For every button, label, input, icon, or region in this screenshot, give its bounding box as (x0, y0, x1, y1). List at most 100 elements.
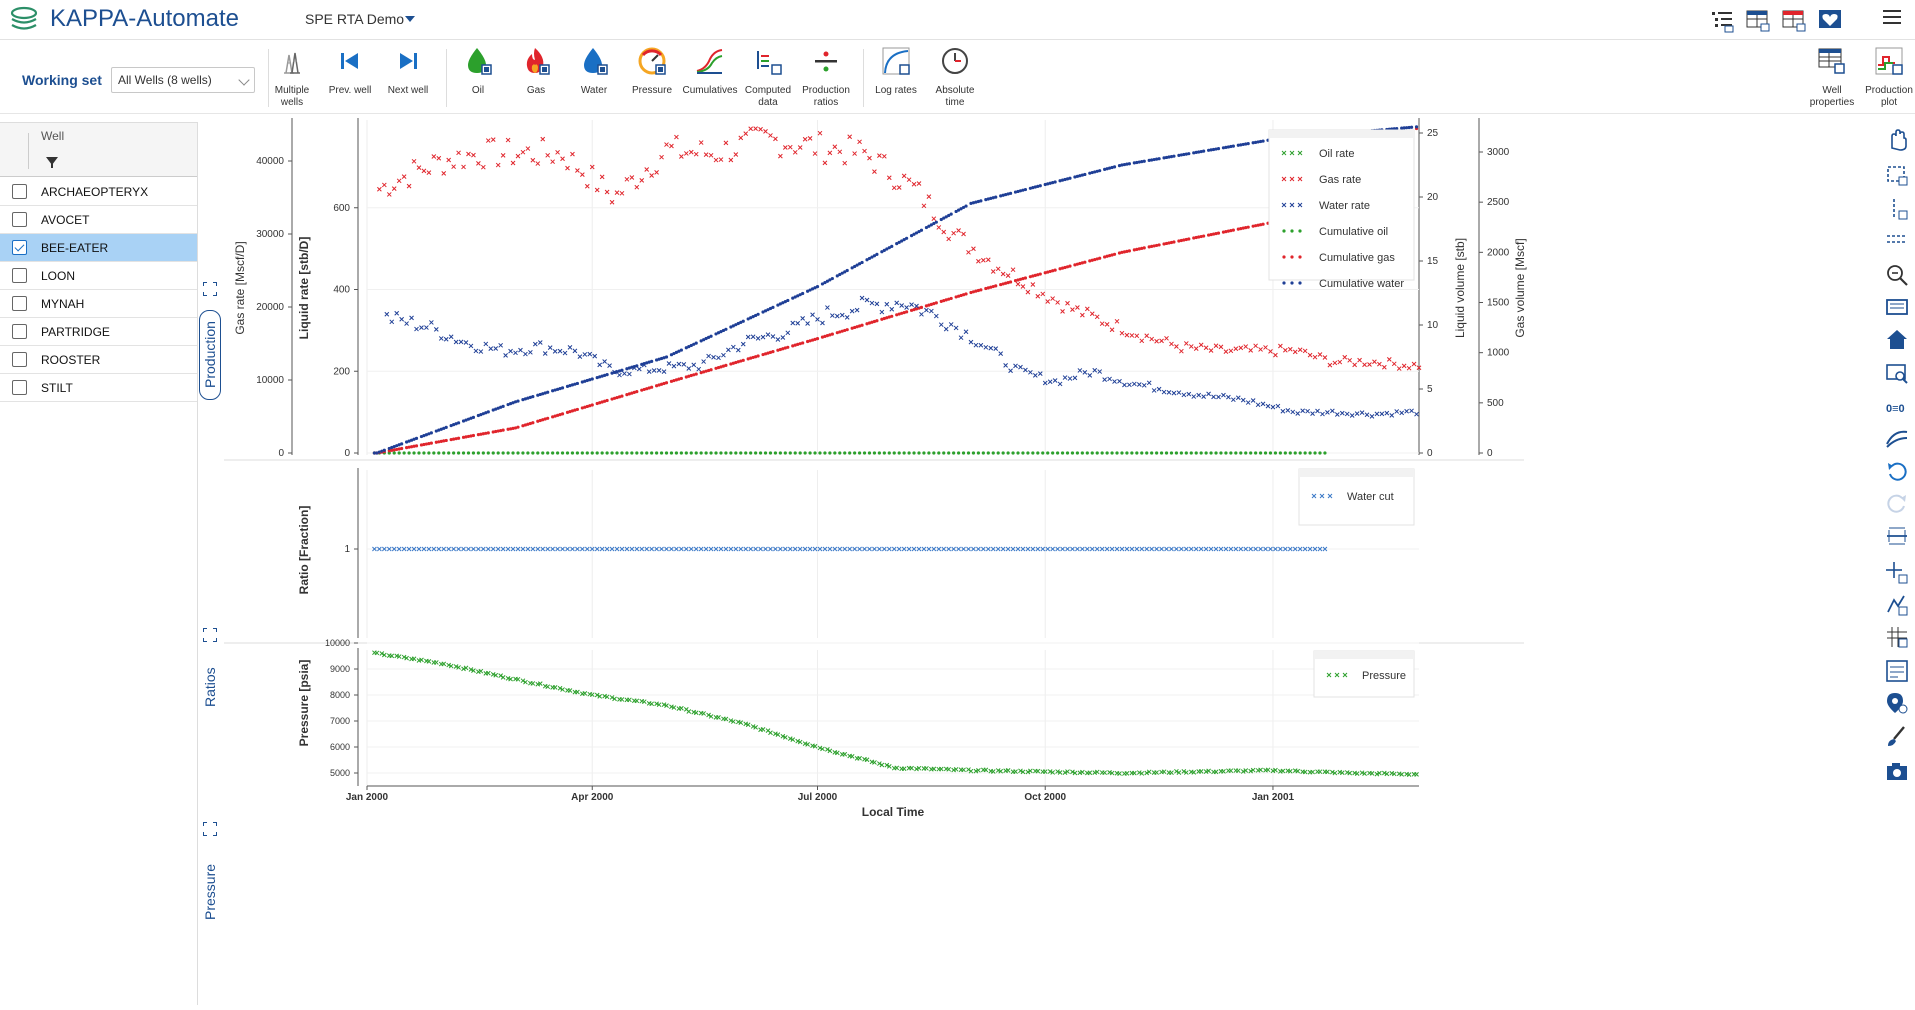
well-row[interactable]: ARCHAEOPTERYX (0, 178, 197, 206)
annotation-icon[interactable] (1884, 592, 1910, 618)
ribbon-toolbar: Working set All Wells (8 wells) Multiple… (0, 41, 1915, 114)
smooth-curve-icon[interactable] (1884, 424, 1910, 450)
prev-well-label: Prev. well (328, 85, 372, 96)
axis-zero-icon[interactable]: 0≡0 (1884, 394, 1910, 420)
oil-rate-point (684, 451, 688, 455)
legend-icon[interactable] (1884, 658, 1910, 684)
oil-rate-point (902, 451, 906, 455)
well-row[interactable]: STILT (0, 374, 197, 402)
grid-icon[interactable] (1884, 624, 1910, 650)
chevron-down-icon[interactable] (405, 16, 415, 22)
y-tick-label-gas: 20000 (256, 302, 284, 313)
cumulative-water-point (845, 268, 849, 273)
tree-list-icon[interactable] (1708, 6, 1736, 34)
multiple-wells-button[interactable]: Multiple wells (264, 45, 320, 109)
production-plot-label: Production plot (1865, 85, 1913, 108)
vertical-select-icon[interactable] (1884, 196, 1910, 222)
camera-icon[interactable] (1884, 758, 1910, 784)
tab-ratios[interactable]: Ratios (199, 657, 221, 717)
oil-rate-point (937, 451, 941, 455)
prev-well-button[interactable]: Prev. well (322, 45, 378, 97)
expand-icon[interactable] (203, 822, 217, 836)
box-select-icon[interactable] (1884, 162, 1910, 188)
well-row[interactable]: AVOCET (0, 206, 197, 234)
y-tick-label-liquid-volume: 20 (1427, 192, 1439, 203)
undo-icon[interactable] (1884, 458, 1910, 484)
oil-rate-point (392, 451, 396, 455)
horizontal-select-icon[interactable] (1884, 228, 1910, 254)
y-tick-label-gas: 30000 (256, 229, 284, 240)
well-row[interactable]: BEE-EATER (0, 234, 197, 262)
well-checkbox[interactable] (12, 352, 27, 367)
well-column-header[interactable]: Well (41, 129, 64, 143)
oil-button[interactable]: Oil (450, 45, 506, 97)
home-icon[interactable] (1884, 326, 1910, 352)
cumulative-water-point (1083, 172, 1087, 177)
well-checkbox[interactable] (12, 380, 27, 395)
well-checkbox[interactable] (12, 268, 27, 283)
log-rates-button[interactable]: Log rates (868, 45, 924, 97)
well-row[interactable]: MYNAH (0, 290, 197, 318)
cumulatives-button[interactable]: Cumulatives (682, 45, 738, 97)
cumulative-gas-point (664, 381, 669, 385)
zoom-icon[interactable] (1884, 262, 1910, 288)
redo-icon[interactable] (1884, 490, 1910, 516)
y-axis-title-liquid-volume: Liquid volume [stb] (1453, 238, 1467, 338)
oil-rate-point (971, 451, 976, 455)
absolute-time-button[interactable]: Absolute time (927, 45, 983, 109)
filter-icon[interactable] (46, 157, 58, 168)
well-row[interactable]: ROOSTER (0, 346, 197, 374)
oil-rate-point (838, 451, 842, 455)
gas-button[interactable]: Gas (508, 45, 564, 97)
working-set-label: Working set (22, 72, 102, 88)
favorite-icon[interactable] (1816, 6, 1844, 34)
well-checkbox[interactable] (12, 212, 27, 227)
production-chart[interactable]: Jan 2000 Apr 2000 Jul 2000 Oct 2000 Jan 2001… (194, 118, 1869, 1005)
well-row[interactable]: PARTRIDGE (0, 318, 197, 346)
cumulative-water-point (1231, 144, 1235, 148)
grid-view-icon[interactable] (1744, 6, 1772, 34)
oil-rate-point (521, 451, 525, 455)
paint-icon[interactable] (1884, 724, 1910, 750)
computed-data-button[interactable]: Computed data (740, 45, 796, 109)
zoom-extent-icon[interactable] (1884, 294, 1910, 320)
production-plot-button[interactable]: Production plot (1861, 45, 1915, 109)
cumulative-gas-point (679, 376, 683, 381)
well-checkbox[interactable] (12, 324, 27, 339)
oil-rate-point (1090, 451, 1094, 455)
cumulative-gas-point (875, 319, 879, 323)
crosshair-icon[interactable] (1884, 560, 1910, 586)
well-checkbox[interactable] (12, 240, 27, 255)
well-properties-button[interactable]: Well properties (1804, 45, 1860, 109)
production-plot-icon (1875, 47, 1903, 75)
cumulative-water-point (605, 373, 609, 377)
tab-pressure[interactable]: Pressure (199, 852, 221, 932)
oil-rate-point (867, 451, 872, 455)
grid-view-2-icon[interactable] (1780, 6, 1808, 34)
production-ratios-button[interactable]: Production ratios (798, 45, 854, 109)
well-checkbox[interactable] (12, 296, 27, 311)
water-button[interactable]: Water (566, 45, 622, 97)
marker-icon[interactable] (1884, 690, 1910, 716)
project-selector[interactable]: SPE RTA Demo (305, 11, 404, 27)
expand-icon[interactable] (203, 282, 217, 296)
tab-production[interactable]: Production (199, 310, 221, 400)
pan-icon[interactable] (1884, 126, 1910, 152)
cumulative-water-point (560, 386, 565, 390)
oil-rate-point (471, 451, 476, 455)
expand-icon[interactable] (203, 628, 217, 642)
well-checkbox[interactable] (12, 184, 27, 199)
cumulative-water-point (516, 399, 520, 403)
well-row[interactable]: LOON (0, 262, 197, 290)
cumulative-gas-point (546, 416, 550, 420)
zoom-rect-icon[interactable] (1884, 360, 1910, 386)
app-title: KAPPA-Automate (50, 5, 239, 32)
working-set-select[interactable]: All Wells (8 wells) (111, 67, 255, 93)
x-tick-label: Apr 2000 (571, 792, 614, 803)
chart-canvas[interactable]: Jan 2000 Apr 2000 Jul 2000 Oct 2000 Jan 2001… (194, 118, 1869, 1005)
ruler-icon[interactable] (1884, 524, 1910, 550)
next-well-button[interactable]: Next well (380, 45, 436, 97)
hamburger-menu-icon[interactable] (1883, 10, 1901, 26)
pressure-button[interactable]: Pressure (624, 45, 680, 97)
oil-rate-point (407, 451, 411, 455)
